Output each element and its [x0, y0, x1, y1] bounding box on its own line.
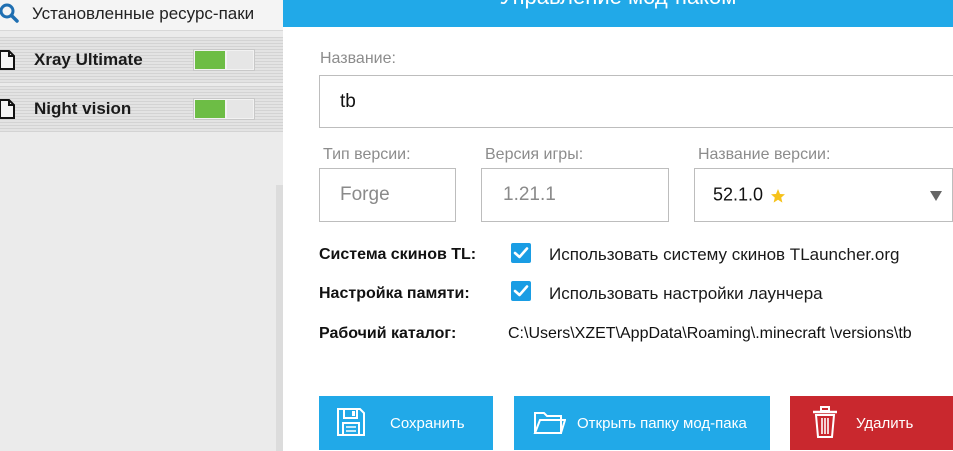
pack-toggle[interactable] — [193, 98, 255, 120]
toggle-on-indicator — [195, 51, 225, 69]
version-type-value: Forge — [340, 184, 390, 205]
file-icon — [0, 98, 17, 125]
panel-header: Управление мод-паком — [283, 0, 953, 27]
game-version-value: 1.21.1 — [503, 184, 556, 205]
save-button-label: Сохранить — [390, 415, 465, 432]
sidebar-title: Установленные ресурс-паки — [32, 4, 255, 23]
panel-title: Управление мод-паком — [283, 0, 953, 10]
work-dir-path[interactable]: C:\Users\XZET\AppData\Roaming\.minecraft… — [508, 325, 912, 343]
version-name-label: Название версии: — [698, 146, 831, 163]
chevron-down-icon[interactable] — [929, 190, 943, 202]
pack-name: Night vision — [34, 99, 132, 118]
name-label: Название: — [320, 50, 396, 67]
version-type-field: Forge — [319, 168, 456, 222]
skins-checkbox[interactable] — [511, 243, 531, 263]
toggle-on-indicator — [195, 100, 225, 118]
version-name-select[interactable]: 52.1.0 — [694, 168, 953, 222]
game-version-field: 1.21.1 — [481, 168, 669, 222]
search-icon[interactable] — [0, 2, 20, 29]
pack-row[interactable]: Night vision — [0, 86, 283, 132]
pack-toggle[interactable] — [193, 49, 255, 71]
scrollbar[interactable] — [276, 185, 283, 451]
skins-label: Система скинов TL: — [319, 246, 477, 263]
modpack-panel: Управление мод-паком Название: tb Тип ве… — [283, 0, 953, 451]
save-button[interactable]: Сохранить — [319, 396, 493, 450]
sidebar-header: Установленные ресурс-паки — [0, 0, 283, 31]
version-name-value: 52.1.0 — [713, 184, 764, 205]
folder-icon — [533, 412, 566, 434]
name-input-value: tb — [340, 90, 356, 112]
name-input[interactable]: tb — [319, 75, 953, 128]
resource-pack-sidebar: Установленные ресурс-паки Xray Ultimate … — [0, 0, 283, 451]
open-folder-button-label: Открыть папку мод-пака — [577, 415, 747, 432]
pack-name: Xray Ultimate — [34, 50, 143, 69]
memory-checkbox[interactable] — [511, 281, 531, 301]
pack-row[interactable]: Xray Ultimate — [0, 37, 283, 83]
delete-button[interactable]: Удалить — [790, 396, 953, 450]
game-version-label: Версия игры: — [485, 146, 584, 163]
memory-label: Настройка памяти: — [319, 285, 470, 302]
trash-icon — [813, 406, 837, 438]
floppy-disk-icon — [337, 408, 365, 436]
version-type-label: Тип версии: — [323, 146, 411, 163]
open-folder-button[interactable]: Открыть папку мод-пака — [514, 396, 770, 450]
skins-checkbox-label[interactable]: Использовать систему скинов TLauncher.or… — [549, 245, 899, 265]
work-dir-label: Рабочий каталог: — [319, 325, 457, 342]
check-icon — [513, 285, 529, 297]
file-icon — [0, 49, 17, 76]
check-icon — [513, 247, 529, 259]
star-icon — [771, 189, 785, 203]
delete-button-label: Удалить — [856, 415, 914, 432]
memory-checkbox-label[interactable]: Использовать настройки лаунчера — [549, 284, 823, 304]
